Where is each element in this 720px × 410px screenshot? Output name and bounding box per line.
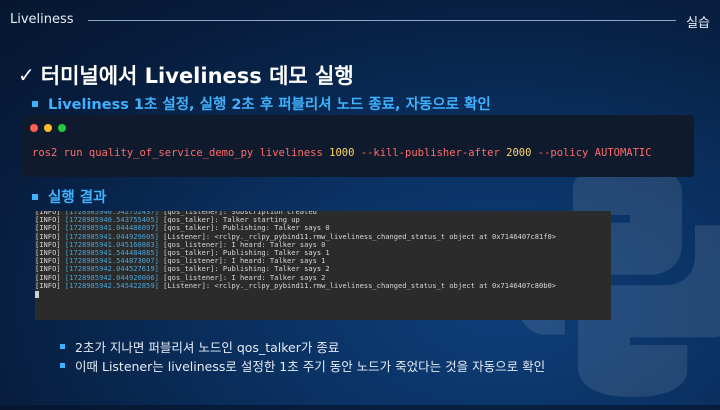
command-number: 2000 xyxy=(506,147,532,159)
log-message: [Listener]: <rclpy._rclpy_pybind11.rmw_l… xyxy=(158,280,557,290)
square-bullet-icon xyxy=(60,344,65,349)
bullet-item: 실행 결과 xyxy=(32,186,106,207)
command-part: ros2 run quality_of_service_demo_py live… xyxy=(32,147,330,159)
square-bullet-icon xyxy=(32,100,38,107)
bullet-item: Liveliness 1초 설정, 실행 2초 후 퍼블리셔 노드 종료, 자동… xyxy=(32,93,491,114)
terminal-prompt xyxy=(35,290,556,298)
maximize-dot-icon xyxy=(58,124,66,132)
bullet-text: 실행 결과 xyxy=(48,190,107,206)
terminal-log: [INFO] [1728985940.542752437] [qos_liste… xyxy=(35,211,556,298)
bullet-text: Liveliness 1초 설정, 실행 2초 후 퍼블리셔 노드 종료, 자동… xyxy=(48,97,491,113)
command-window: ros2 run quality_of_service_demo_py live… xyxy=(22,115,694,177)
sub-bullet-item: 2초가 지나면 퍼블리셔 노드인 qos_talker가 종료 xyxy=(60,337,339,356)
slide-title-text: 터미널에서 Liveliness 데모 실행 xyxy=(40,64,354,88)
log-timestamp: [1728985942.545422859] xyxy=(64,280,159,290)
close-dot-icon xyxy=(30,124,38,132)
header-divider xyxy=(88,20,676,21)
sub-bullet-item: 이때 Listener는 liveliness로 설정한 1초 주기 동안 노드… xyxy=(60,356,545,375)
command-part: --policy AUTOMATIC xyxy=(531,147,652,159)
sub-bullet-text: 2초가 지나면 퍼블리셔 노드인 qos_talker가 종료 xyxy=(75,340,340,355)
log-level: [INFO] xyxy=(35,280,65,290)
square-bullet-icon xyxy=(32,193,38,200)
minimize-dot-icon xyxy=(44,124,52,132)
cursor-icon xyxy=(35,290,39,298)
command-number: 1000 xyxy=(329,147,355,159)
log-line: [INFO] [1728985942.545422859] [Listener]… xyxy=(35,280,557,290)
square-bullet-icon xyxy=(60,363,65,368)
window-controls xyxy=(30,124,66,132)
header-section-label: 실습 xyxy=(686,16,710,31)
checkmark-icon: ✓ xyxy=(18,63,35,87)
header-title: Liveliness xyxy=(10,12,74,27)
command-line: ros2 run quality_of_service_demo_py live… xyxy=(32,147,652,159)
sub-bullet-text: 이때 Listener는 liveliness로 설정한 1초 주기 동안 노드… xyxy=(75,359,546,374)
command-part: --kill-publisher-after xyxy=(354,147,507,159)
terminal-output-screenshot: [INFO] [1728985940.542752437] [qos_liste… xyxy=(35,211,611,320)
slide-title: ✓ 터미널에서 Liveliness 데모 실행 xyxy=(18,60,354,90)
